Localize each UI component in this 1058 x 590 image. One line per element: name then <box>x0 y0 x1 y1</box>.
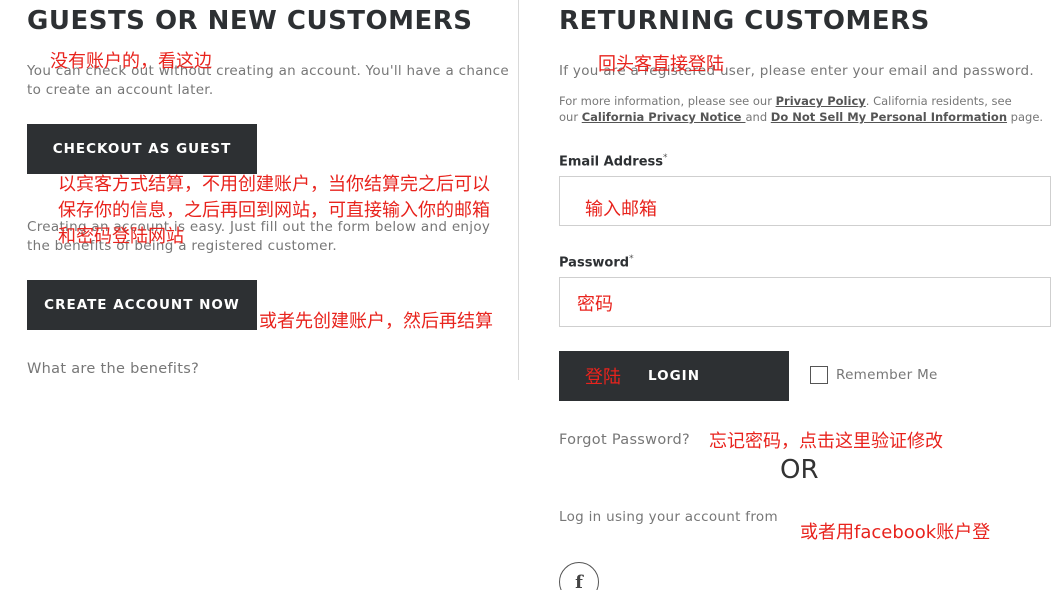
annotation-forgot: 忘记密码，点击这里验证修改 <box>709 431 943 452</box>
email-required-mark: * <box>663 153 668 163</box>
password-required-mark: * <box>629 254 634 264</box>
annotation-returning: 回头客直接登陆 <box>598 54 724 75</box>
or-separator: OR <box>780 455 819 485</box>
password-label: Password* <box>559 254 634 270</box>
email-label-text: Email Address <box>559 154 664 170</box>
email-label: Email Address* <box>559 153 668 169</box>
guest-checkout-text-line-2: to create an account later. <box>27 82 214 98</box>
create-account-now-button[interactable]: CREATE ACCOUNT NOW <box>27 280 257 330</box>
annotation-guest-line-1: 以宾客方式结算，不用创建账户，当你结算完之后可以 <box>58 174 490 195</box>
returning-heading: RETURNING CUSTOMERS <box>559 6 930 36</box>
annotation-guest-line-3: 和密码登陆网站 <box>58 226 184 247</box>
california-privacy-notice-link[interactable]: California Privacy Notice <box>582 110 746 124</box>
password-label-text: Password <box>559 255 630 271</box>
privacy-policy-link[interactable]: Privacy Policy <box>776 94 866 108</box>
remember-me-label: Remember Me <box>836 367 938 383</box>
annotation-password: 密码 <box>577 294 613 315</box>
login-button-label: LOGIN <box>648 368 700 384</box>
annotation-login: 登陆 <box>585 367 621 388</box>
annotation-guest-line-2: 保存你的信息，之后再回到网站，可直接输入你的邮箱 <box>58 200 490 221</box>
annotation-enter-email: 输入邮箱 <box>585 199 657 220</box>
annotation-facebook: 或者用facebook账户登 <box>800 522 991 543</box>
privacy-info-text: For more information, please see our Pri… <box>559 93 1049 125</box>
password-field[interactable] <box>559 277 1051 327</box>
facebook-icon: f <box>575 571 583 590</box>
facebook-login-button[interactable]: f <box>559 562 599 590</box>
forgot-password-link[interactable]: Forgot Password? <box>559 431 690 450</box>
privacy-info-prefix: For more information, please see our <box>559 94 776 108</box>
social-login-text: Log in using your account from <box>559 509 778 525</box>
annotation-guest-explanation: 以宾客方式结算，不用创建账户，当你结算完之后可以 保存你的信息，之后再回到网站，… <box>58 172 490 250</box>
remember-me-checkbox[interactable] <box>810 366 828 384</box>
what-are-the-benefits-link[interactable]: What are the benefits? <box>27 360 199 379</box>
privacy-info-and: and <box>745 110 771 124</box>
privacy-info-our: our <box>559 110 582 124</box>
do-not-sell-link[interactable]: Do Not Sell My Personal Information <box>771 110 1007 124</box>
annotation-create-first: 或者先创建账户，然后再结算 <box>259 311 493 332</box>
checkout-as-guest-button[interactable]: CHECKOUT AS GUEST <box>27 124 257 174</box>
column-divider <box>518 0 519 380</box>
guest-heading: GUESTS OR NEW CUSTOMERS <box>27 6 473 36</box>
annotation-no-account: 没有账户的，看这边 <box>50 51 212 72</box>
privacy-info-mid: . California residents, see <box>865 94 1012 108</box>
privacy-info-suffix: page. <box>1007 110 1044 124</box>
